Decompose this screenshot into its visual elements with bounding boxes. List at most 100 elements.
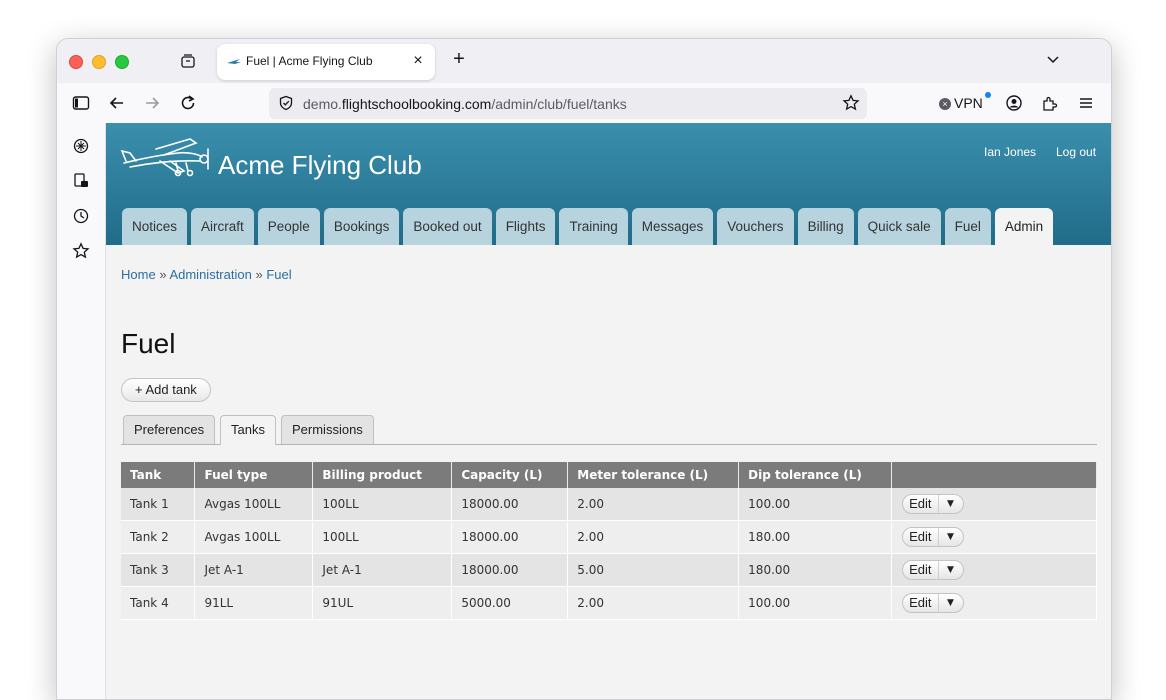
cell-capacity: 18000.00 [451, 488, 569, 521]
cell-meter-tolerance: 2.00 [567, 586, 740, 620]
subtab-preferences[interactable]: Preferences [123, 415, 216, 444]
cell-actions: Edit ▼ [891, 586, 1097, 620]
edit-button[interactable]: Edit [903, 594, 939, 612]
breadcrumb: Home » Administration » Fuel [121, 267, 292, 282]
tanks-table: Tank Fuel type Billing product Capacity … [121, 462, 1097, 620]
bookmark-star-icon[interactable] [842, 94, 860, 112]
cell-tank: Tank 1 [121, 488, 196, 521]
shield-icon[interactable] [278, 95, 294, 111]
add-tank-button[interactable]: + Add tank [121, 378, 211, 402]
user-profile-link[interactable]: Ian Jones [984, 145, 1036, 159]
caret-down-icon[interactable]: ▼ [939, 495, 963, 513]
sidebar-toggle-icon[interactable] [72, 94, 90, 112]
nav-tab-quick-sale[interactable]: Quick sale [857, 208, 941, 245]
breadcrumb-separator: » [159, 267, 167, 282]
nav-tab-people[interactable]: People [257, 208, 320, 245]
edit-split-button: Edit ▼ [902, 560, 964, 580]
table-row: Tank 1 Avgas 100LL 100LL 18000.00 2.00 1… [121, 488, 1097, 521]
cell-meter-tolerance: 2.00 [567, 520, 740, 554]
edit-button[interactable]: Edit [903, 561, 939, 579]
cell-capacity: 18000.00 [451, 520, 569, 554]
cell-tank: Tank 4 [121, 586, 196, 620]
column-header-capacity: Capacity (L) [451, 462, 569, 488]
subtab-tanks[interactable]: Tanks [220, 415, 276, 445]
nav-tab-flights[interactable]: Flights [495, 208, 556, 245]
cell-tank: Tank 3 [121, 553, 196, 587]
account-icon[interactable] [1005, 94, 1023, 112]
edit-split-button: Edit ▼ [902, 593, 964, 613]
browser-sidebar [57, 123, 106, 699]
table-row: Tank 3 Jet A-1 Jet A-1 18000.00 5.00 180… [121, 553, 1097, 587]
site-header: Acme Flying Club Ian Jones Log out Notic… [106, 123, 1111, 245]
history-clock-icon[interactable] [72, 207, 90, 225]
column-header-tank: Tank [121, 462, 196, 488]
nav-tab-fuel[interactable]: Fuel [944, 208, 991, 245]
cell-tank: Tank 2 [121, 520, 196, 554]
back-arrow-icon[interactable] [108, 94, 126, 112]
url-prefix: demo. [303, 96, 342, 112]
cell-actions: Edit ▼ [891, 488, 1097, 521]
edit-button[interactable]: Edit [903, 495, 939, 513]
url-path: /admin/club/fuel/tanks [491, 96, 627, 112]
logout-link[interactable]: Log out [1056, 145, 1096, 159]
extensions-icon[interactable] [1041, 94, 1059, 112]
cell-actions: Edit ▼ [891, 553, 1097, 587]
page-title: Fuel [121, 328, 176, 359]
maximize-window-button[interactable] [115, 55, 129, 69]
tab-overview-icon[interactable] [180, 53, 196, 69]
column-header-meter-tolerance: Meter tolerance (L) [567, 462, 740, 488]
chevron-down-icon[interactable] [1045, 51, 1061, 67]
nav-tab-booked-out[interactable]: Booked out [403, 208, 492, 245]
edit-split-button: Edit ▼ [902, 527, 964, 547]
bookmarks-star-icon[interactable] [72, 242, 90, 260]
menu-icon[interactable] [1077, 94, 1095, 112]
nav-tab-notices[interactable]: Notices [122, 208, 188, 245]
table-row: Tank 4 91LL 91UL 5000.00 2.00 100.00 Edi… [121, 586, 1097, 620]
table-header-row: Tank Fuel type Billing product Capacity … [121, 462, 1097, 488]
cell-dip-tolerance: 100.00 [738, 586, 893, 620]
breadcrumb-fuel[interactable]: Fuel [266, 267, 291, 282]
reload-icon[interactable] [179, 94, 197, 112]
main-nav: Notices Aircraft People Bookings Booked … [122, 208, 1054, 245]
nav-tab-bookings[interactable]: Bookings [323, 208, 400, 245]
new-tab-button[interactable]: + [449, 49, 469, 69]
plane-favicon-icon [227, 59, 241, 64]
breadcrumb-administration[interactable]: Administration [169, 267, 251, 282]
nav-tab-vouchers[interactable]: Vouchers [717, 208, 794, 245]
address-bar[interactable]: demo.flightschoolbooking.com/admin/club/… [269, 88, 867, 119]
forward-arrow-icon[interactable] [143, 94, 161, 112]
nav-tab-billing[interactable]: Billing [797, 208, 854, 245]
close-window-button[interactable] [69, 55, 83, 69]
column-header-fuel-type: Fuel type [194, 462, 314, 488]
minimize-window-button[interactable] [92, 55, 106, 69]
caret-down-icon[interactable]: ▼ [939, 561, 963, 579]
nav-tab-training[interactable]: Training [559, 208, 628, 245]
edit-button[interactable]: Edit [903, 528, 939, 546]
fuel-subtabs: Preferences Tanks Permissions [121, 415, 1097, 445]
caret-down-icon[interactable]: ▼ [939, 594, 963, 612]
cell-billing-product: 100LL [312, 488, 453, 521]
tab-close-icon[interactable]: × [409, 52, 427, 70]
vpn-label: VPN [954, 95, 983, 111]
vpn-off-icon: × [939, 98, 951, 110]
url-text[interactable]: demo.flightschoolbooking.com/admin/club/… [303, 96, 627, 112]
nav-tab-admin[interactable]: Admin [994, 208, 1054, 245]
cell-dip-tolerance: 180.00 [738, 553, 893, 587]
cell-billing-product: 91UL [312, 586, 453, 620]
ai-chatbot-icon[interactable] [72, 137, 90, 155]
cell-dip-tolerance: 180.00 [738, 520, 893, 554]
synced-tabs-icon[interactable] [72, 172, 90, 190]
active-browser-tab[interactable]: Fuel | Acme Flying Club × [217, 44, 435, 80]
url-domain: flightschoolbooking.com [341, 96, 492, 112]
cell-meter-tolerance: 5.00 [567, 553, 740, 587]
subtab-permissions[interactable]: Permissions [281, 415, 374, 444]
caret-down-icon[interactable]: ▼ [939, 528, 963, 546]
column-header-dip-tolerance: Dip tolerance (L) [738, 462, 893, 488]
cell-capacity: 18000.00 [451, 553, 569, 587]
nav-tab-messages[interactable]: Messages [631, 208, 714, 245]
nav-tab-aircraft[interactable]: Aircraft [191, 208, 254, 245]
vpn-button[interactable]: × VPN [939, 95, 983, 111]
cell-fuel-type: Avgas 100LL [194, 488, 314, 521]
breadcrumb-home[interactable]: Home [121, 267, 156, 282]
cell-dip-tolerance: 100.00 [738, 488, 893, 521]
